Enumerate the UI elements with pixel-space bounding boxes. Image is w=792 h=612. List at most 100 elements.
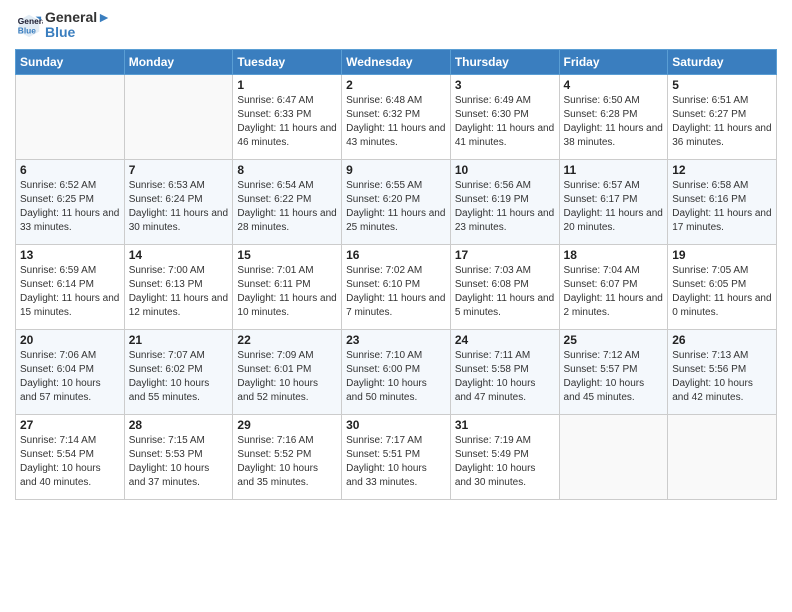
col-header-sunday: Sunday <box>16 49 125 74</box>
day-info: Sunrise: 7:16 AM Sunset: 5:52 PM Dayligh… <box>237 434 337 490</box>
day-info: Sunrise: 7:05 AM Sunset: 6:05 PM Dayligh… <box>672 264 772 320</box>
week-row-5: 27Sunrise: 7:14 AM Sunset: 5:54 PM Dayli… <box>16 414 777 499</box>
calendar-cell <box>668 414 777 499</box>
day-info: Sunrise: 7:03 AM Sunset: 6:08 PM Dayligh… <box>455 264 555 320</box>
day-number: 6 <box>20 163 120 177</box>
day-info: Sunrise: 7:19 AM Sunset: 5:49 PM Dayligh… <box>455 434 555 490</box>
day-number: 20 <box>20 333 120 347</box>
day-number: 10 <box>455 163 555 177</box>
day-number: 1 <box>237 78 337 92</box>
calendar-cell: 30 Sunrise: 7:17 AM Sunset: 5:51 PM Dayli… <box>342 414 451 499</box>
day-number: 27 <box>20 418 120 432</box>
day-info: Sunrise: 6:59 AM Sunset: 6:14 PM Dayligh… <box>20 264 120 320</box>
calendar-cell <box>124 74 233 159</box>
day-number: 31 <box>455 418 555 432</box>
calendar-cell: 23 Sunrise: 7:10 AM Sunset: 6:00 PM Dayli… <box>342 329 451 414</box>
day-number: 17 <box>455 248 555 262</box>
day-number: 30 <box>346 418 446 432</box>
day-info: Sunrise: 7:06 AM Sunset: 6:04 PM Dayligh… <box>20 349 120 405</box>
day-info: Sunrise: 7:17 AM Sunset: 5:51 PM Dayligh… <box>346 434 446 490</box>
calendar-cell: 31 Sunrise: 7:19 AM Sunset: 5:49 PM Dayli… <box>450 414 559 499</box>
calendar-cell: 19Sunrise: 7:05 AM Sunset: 6:05 PM Dayli… <box>668 244 777 329</box>
day-info: Sunrise: 6:58 AM Sunset: 6:16 PM Dayligh… <box>672 179 772 235</box>
day-number: 16 <box>346 248 446 262</box>
day-number: 15 <box>237 248 337 262</box>
calendar-cell: 10 Sunrise: 6:56 AM Sunset: 6:19 PM Dayli… <box>450 159 559 244</box>
calendar-cell: 5 Sunrise: 6:51 AM Sunset: 6:27 PM Daylig… <box>668 74 777 159</box>
day-info: Sunrise: 7:01 AM Sunset: 6:11 PM Dayligh… <box>237 264 337 320</box>
day-number: 9 <box>346 163 446 177</box>
day-number: 8 <box>237 163 337 177</box>
day-number: 29 <box>237 418 337 432</box>
calendar-cell: 3 Sunrise: 6:49 AM Sunset: 6:30 PM Daylig… <box>450 74 559 159</box>
col-header-tuesday: Tuesday <box>233 49 342 74</box>
calendar-cell: 12 Sunrise: 6:58 AM Sunset: 6:16 PM Dayli… <box>668 159 777 244</box>
day-info: Sunrise: 6:56 AM Sunset: 6:19 PM Dayligh… <box>455 179 555 235</box>
day-number: 28 <box>129 418 229 432</box>
calendar-cell: 11 Sunrise: 6:57 AM Sunset: 6:17 PM Dayli… <box>559 159 668 244</box>
day-info: Sunrise: 6:57 AM Sunset: 6:17 PM Dayligh… <box>564 179 664 235</box>
day-info: Sunrise: 6:51 AM Sunset: 6:27 PM Dayligh… <box>672 94 772 150</box>
day-number: 21 <box>129 333 229 347</box>
calendar-cell: 25Sunrise: 7:12 AM Sunset: 5:57 PM Dayli… <box>559 329 668 414</box>
day-number: 22 <box>237 333 337 347</box>
calendar-cell: 6Sunrise: 6:52 AM Sunset: 6:25 PM Daylig… <box>16 159 125 244</box>
day-info: Sunrise: 7:11 AM Sunset: 5:58 PM Dayligh… <box>455 349 555 405</box>
calendar-cell: 20 Sunrise: 7:06 AM Sunset: 6:04 PM Dayli… <box>16 329 125 414</box>
day-info: Sunrise: 7:00 AM Sunset: 6:13 PM Dayligh… <box>129 264 229 320</box>
day-info: Sunrise: 7:13 AM Sunset: 5:56 PM Dayligh… <box>672 349 772 405</box>
calendar-cell: 1 Sunrise: 6:47 AM Sunset: 6:33 PM Daylig… <box>233 74 342 159</box>
day-info: Sunrise: 6:49 AM Sunset: 6:30 PM Dayligh… <box>455 94 555 150</box>
col-header-friday: Friday <box>559 49 668 74</box>
day-number: 12 <box>672 163 772 177</box>
day-info: Sunrise: 6:47 AM Sunset: 6:33 PM Dayligh… <box>237 94 337 150</box>
day-number: 5 <box>672 78 772 92</box>
calendar-cell: 29 Sunrise: 7:16 AM Sunset: 5:52 PM Dayli… <box>233 414 342 499</box>
day-info: Sunrise: 6:55 AM Sunset: 6:20 PM Dayligh… <box>346 179 446 235</box>
col-header-wednesday: Wednesday <box>342 49 451 74</box>
logo: General Blue General► Blue <box>15 10 111 41</box>
calendar-cell: 4Sunrise: 6:50 AM Sunset: 6:28 PM Daylig… <box>559 74 668 159</box>
calendar-cell: 17 Sunrise: 7:03 AM Sunset: 6:08 PM Dayli… <box>450 244 559 329</box>
day-info: Sunrise: 7:02 AM Sunset: 6:10 PM Dayligh… <box>346 264 446 320</box>
day-info: Sunrise: 7:15 AM Sunset: 5:53 PM Dayligh… <box>129 434 229 490</box>
header-row: SundayMondayTuesdayWednesdayThursdayFrid… <box>16 49 777 74</box>
calendar-cell: 9 Sunrise: 6:55 AM Sunset: 6:20 PM Daylig… <box>342 159 451 244</box>
calendar-cell: 27Sunrise: 7:14 AM Sunset: 5:54 PM Dayli… <box>16 414 125 499</box>
week-row-3: 13 Sunrise: 6:59 AM Sunset: 6:14 PM Dayli… <box>16 244 777 329</box>
logo-blue-text: Blue <box>45 25 111 40</box>
calendar-cell: 16 Sunrise: 7:02 AM Sunset: 6:10 PM Dayli… <box>342 244 451 329</box>
day-number: 13 <box>20 248 120 262</box>
col-header-monday: Monday <box>124 49 233 74</box>
day-info: Sunrise: 7:10 AM Sunset: 6:00 PM Dayligh… <box>346 349 446 405</box>
day-number: 2 <box>346 78 446 92</box>
calendar-cell: 18Sunrise: 7:04 AM Sunset: 6:07 PM Dayli… <box>559 244 668 329</box>
calendar-cell: 15 Sunrise: 7:01 AM Sunset: 6:11 PM Dayli… <box>233 244 342 329</box>
day-number: 7 <box>129 163 229 177</box>
page-header: General Blue General► Blue <box>15 10 777 41</box>
day-info: Sunrise: 7:07 AM Sunset: 6:02 PM Dayligh… <box>129 349 229 405</box>
calendar-cell: 21 Sunrise: 7:07 AM Sunset: 6:02 PM Dayli… <box>124 329 233 414</box>
day-info: Sunrise: 7:09 AM Sunset: 6:01 PM Dayligh… <box>237 349 337 405</box>
day-info: Sunrise: 6:48 AM Sunset: 6:32 PM Dayligh… <box>346 94 446 150</box>
day-number: 11 <box>564 163 664 177</box>
week-row-4: 20 Sunrise: 7:06 AM Sunset: 6:04 PM Dayli… <box>16 329 777 414</box>
calendar-cell: 8 Sunrise: 6:54 AM Sunset: 6:22 PM Daylig… <box>233 159 342 244</box>
day-number: 3 <box>455 78 555 92</box>
day-info: Sunrise: 6:54 AM Sunset: 6:22 PM Dayligh… <box>237 179 337 235</box>
week-row-2: 6Sunrise: 6:52 AM Sunset: 6:25 PM Daylig… <box>16 159 777 244</box>
day-number: 18 <box>564 248 664 262</box>
logo-icon: General Blue <box>15 11 43 39</box>
calendar-cell: 14 Sunrise: 7:00 AM Sunset: 6:13 PM Dayli… <box>124 244 233 329</box>
col-header-saturday: Saturday <box>668 49 777 74</box>
day-number: 23 <box>346 333 446 347</box>
calendar-cell: 28 Sunrise: 7:15 AM Sunset: 5:53 PM Dayli… <box>124 414 233 499</box>
day-number: 26 <box>672 333 772 347</box>
calendar-cell: 13 Sunrise: 6:59 AM Sunset: 6:14 PM Dayli… <box>16 244 125 329</box>
day-number: 14 <box>129 248 229 262</box>
calendar-cell: 24Sunrise: 7:11 AM Sunset: 5:58 PM Dayli… <box>450 329 559 414</box>
col-header-thursday: Thursday <box>450 49 559 74</box>
calendar-cell <box>559 414 668 499</box>
day-info: Sunrise: 6:53 AM Sunset: 6:24 PM Dayligh… <box>129 179 229 235</box>
calendar-cell: 7 Sunrise: 6:53 AM Sunset: 6:24 PM Daylig… <box>124 159 233 244</box>
